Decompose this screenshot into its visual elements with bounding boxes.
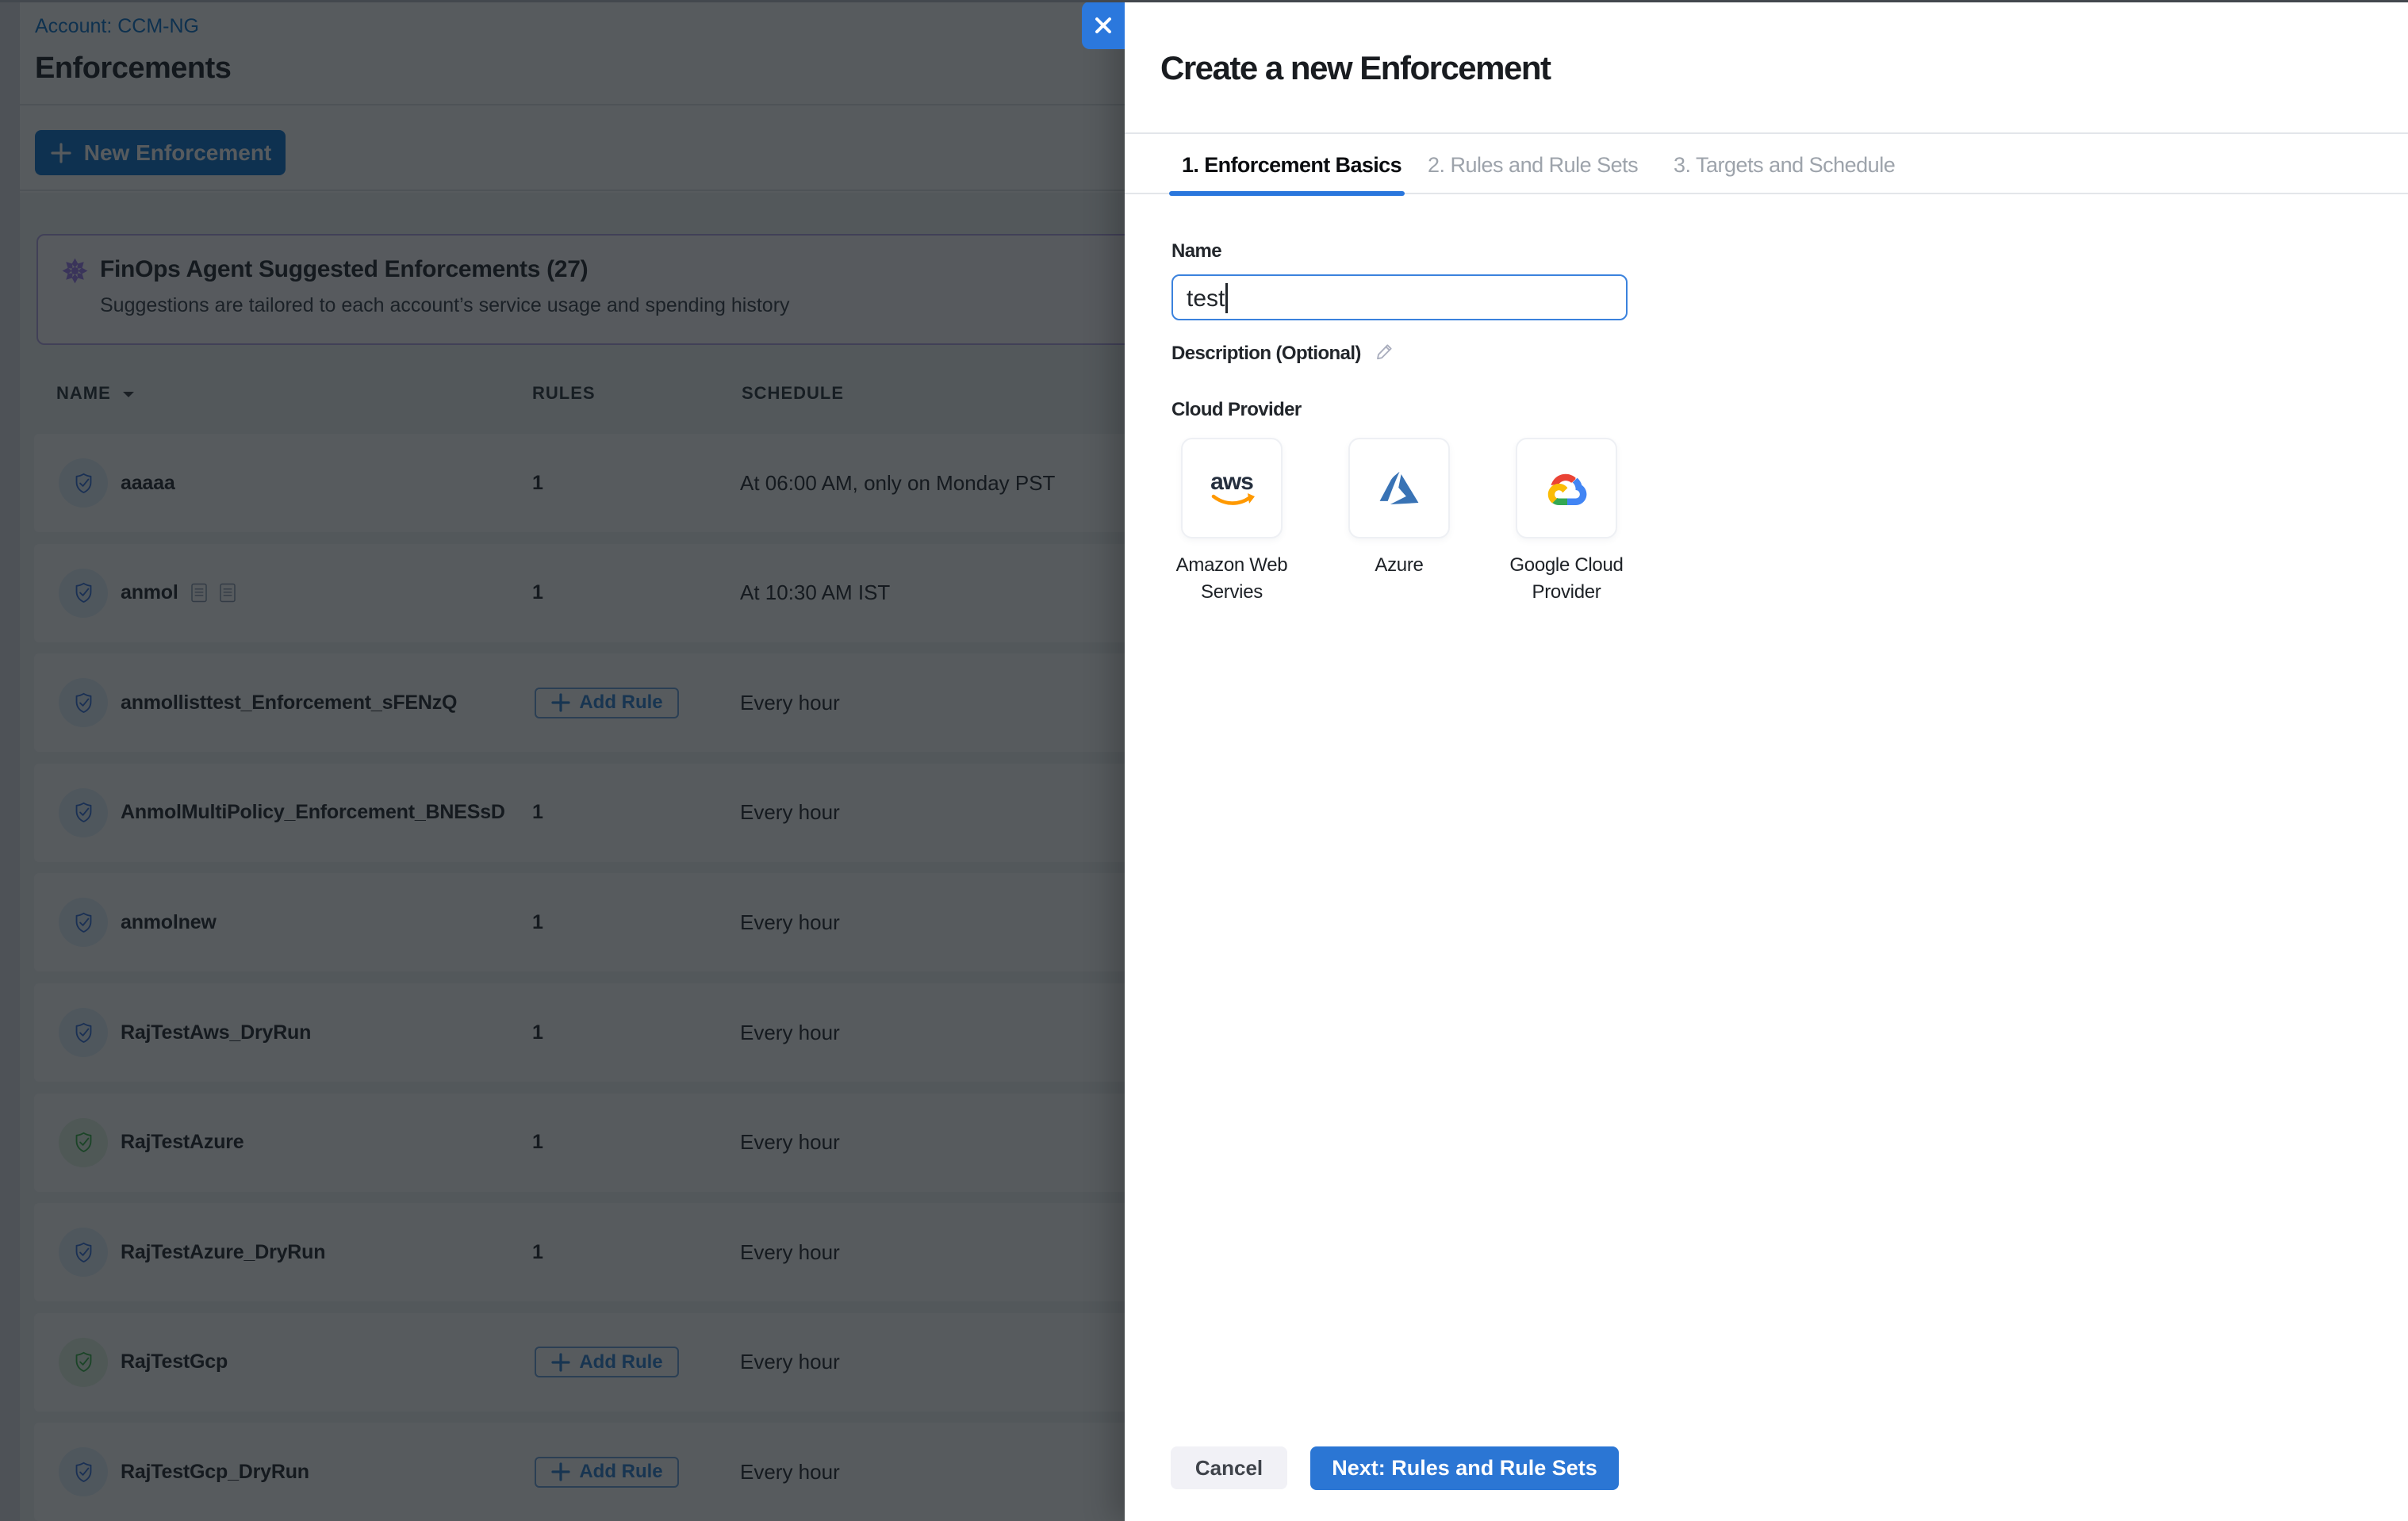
svg-text:aws: aws xyxy=(1210,470,1253,495)
